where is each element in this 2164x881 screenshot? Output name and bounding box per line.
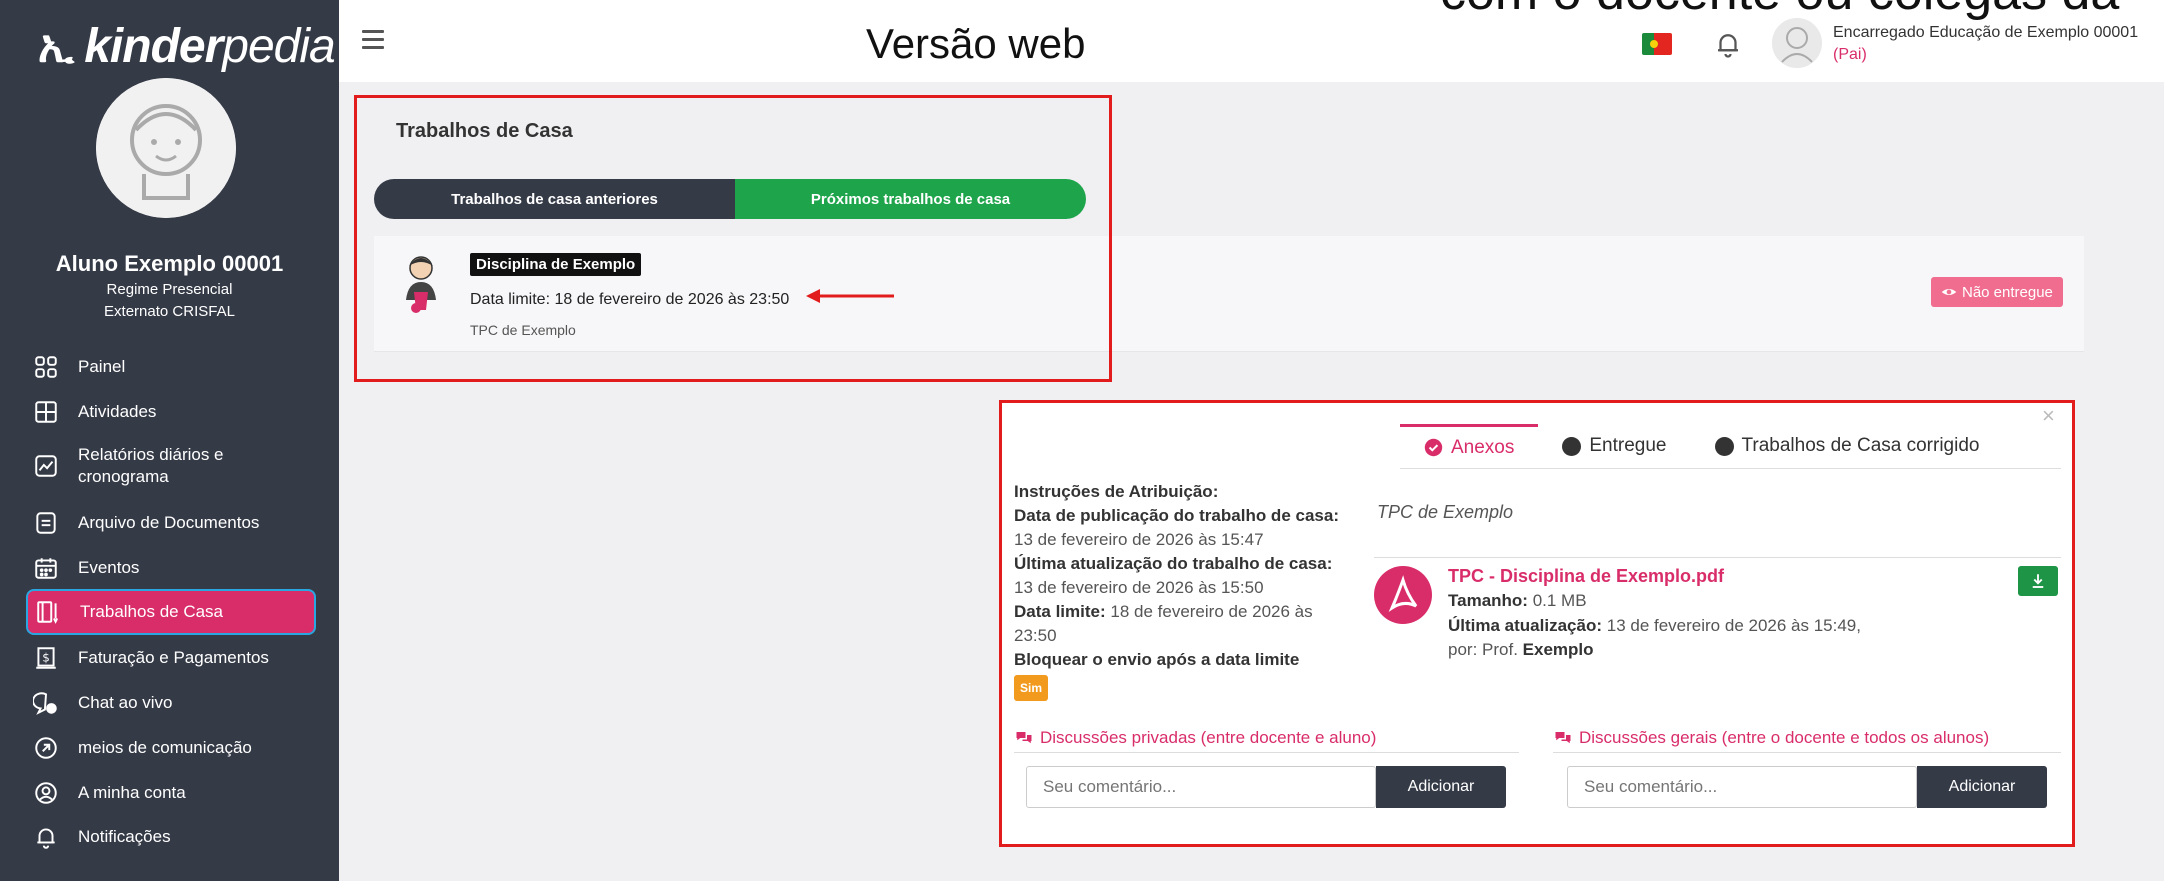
sidebar-item-painel[interactable]: Painel (26, 347, 316, 387)
overlay-caption: com o docente ou colegas da (1440, 0, 2119, 22)
invoice-icon: $ (26, 638, 66, 678)
app-root: ኢ kinderpedia Aluno Exemplo 00001 Regime… (0, 0, 2164, 881)
sidebar-item-notificacoes[interactable]: Notificações (26, 817, 316, 857)
media-icon (26, 728, 66, 768)
guardian-avatar[interactable] (1772, 18, 1822, 68)
guardian-role: (Pai) (1833, 46, 1867, 63)
sidebar-item-trabalhos-de-casa[interactable]: Trabalhos de Casa (26, 589, 316, 635)
guardian-name[interactable]: Encarregado Educação de Exemplo 00001 (1833, 24, 2138, 42)
sidebar-item-faturacao[interactable]: $ Faturação e Pagamentos (26, 638, 316, 678)
chat-icon (26, 683, 66, 723)
sidebar-item-label: Painel (78, 357, 126, 376)
sidebar-item-label: Notificações (78, 827, 171, 846)
annotation-box-list (354, 95, 1112, 382)
logo-word-rest: pedia (222, 20, 335, 73)
sidebar-item-eventos[interactable]: Eventos (26, 548, 316, 588)
status-badge[interactable]: Não entregue (1931, 277, 2063, 307)
homework-icon (28, 592, 68, 632)
sidebar-item-label: Atividades (78, 402, 157, 421)
eye-icon (1941, 289, 1957, 295)
kinderpedia-logo[interactable]: ኢ kinderpedia (38, 20, 336, 73)
sidebar-item-minha-conta[interactable]: A minha conta (26, 773, 316, 813)
annotation-box-detail (999, 400, 2075, 847)
sidebar-item-label: Trabalhos de Casa (80, 602, 224, 621)
status-label: Não entregue (1962, 283, 2053, 301)
page-annotation-title: Versão web (866, 20, 1086, 67)
chart-icon (26, 446, 66, 486)
calendar-icon (26, 548, 66, 588)
sidebar-item-meios[interactable]: meios de comunicação (26, 728, 316, 768)
sidebar-item-label: meios de comunicação (78, 738, 252, 757)
layout-icon (26, 392, 66, 432)
sidebar-item-label: Faturação e Pagamentos (78, 648, 269, 667)
portugal-flag-icon[interactable] (1642, 33, 1672, 55)
grid-icon (26, 347, 66, 387)
sidebar: ኢ kinderpedia Aluno Exemplo 00001 Regime… (0, 0, 339, 881)
student-school: Externato CRISFAL (104, 303, 235, 320)
sidebar-item-label: Relatórios diários e cronograma (78, 445, 224, 486)
svg-text:$: $ (42, 650, 50, 664)
child-avatar-icon (96, 78, 236, 218)
sidebar-item-atividades[interactable]: Atividades (26, 392, 316, 432)
student-avatar[interactable] (96, 78, 236, 218)
sidebar-item-label: Chat ao vivo (78, 693, 173, 712)
sidebar-item-relatorios[interactable]: Relatórios diários e cronograma (26, 440, 316, 492)
logo-word-bold: kinder (84, 20, 223, 73)
sidebar-item-label: A minha conta (78, 783, 186, 802)
bell-icon (26, 817, 66, 857)
logo-mark-icon: ኢ (38, 22, 75, 71)
sidebar-item-arquivo[interactable]: Arquivo de Documentos (26, 503, 316, 543)
menu-toggle-icon[interactable] (362, 30, 384, 49)
account-icon (26, 773, 66, 813)
document-icon (26, 503, 66, 543)
sidebar-item-chat[interactable]: Chat ao vivo (26, 683, 316, 723)
student-regime: Regime Presencial (106, 281, 233, 298)
student-name: Aluno Exemplo 00001 (55, 251, 284, 276)
sidebar-item-label: Eventos (78, 558, 140, 577)
user-avatar-icon (1772, 18, 1822, 68)
notification-bell-icon[interactable] (1713, 29, 1743, 59)
sidebar-item-label: Arquivo de Documentos (78, 513, 260, 532)
